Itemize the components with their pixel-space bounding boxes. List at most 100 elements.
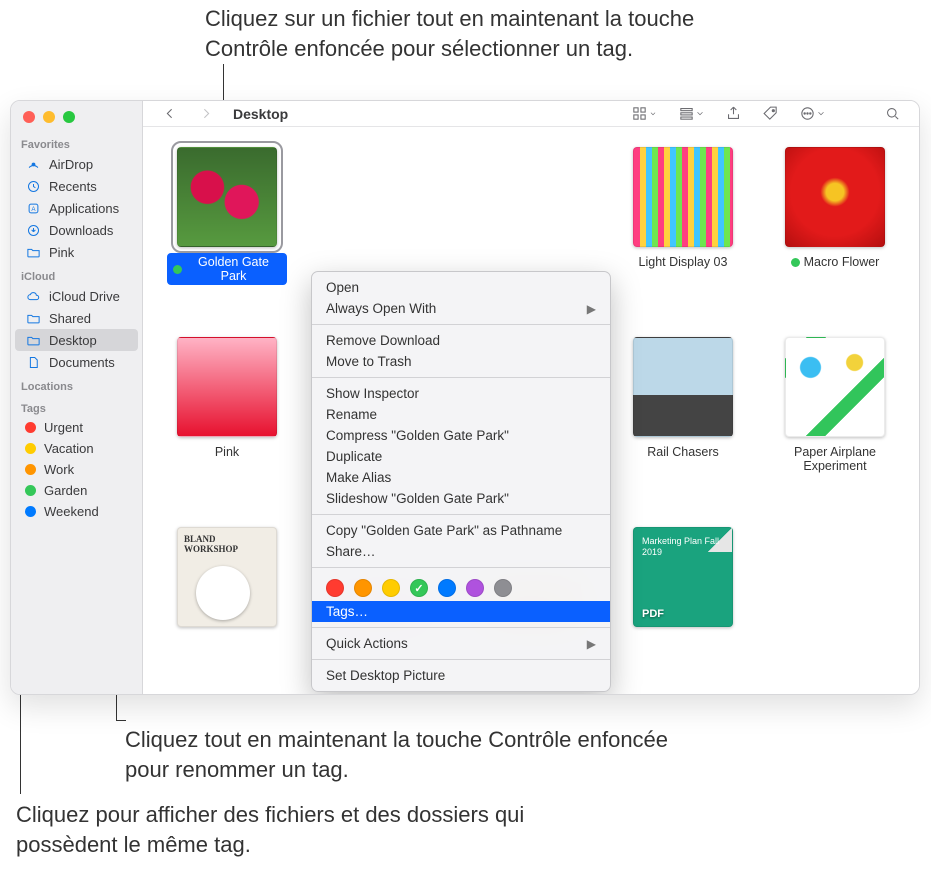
sidebar-section-tags: Tags Urgent Vacation Work Garden Weekend	[11, 399, 142, 522]
svg-text:A: A	[31, 206, 36, 213]
sidebar-item-label: Urgent	[44, 420, 83, 435]
sidebar-item-downloads[interactable]: Downloads	[15, 219, 138, 241]
forward-button[interactable]	[192, 101, 221, 126]
sidebar-item-label: Garden	[44, 483, 87, 498]
sidebar-tag-garden[interactable]: Garden	[15, 480, 138, 501]
sidebar-header: Favorites	[11, 135, 142, 153]
annotation-mid: Cliquez tout en maintenant la touche Con…	[125, 725, 685, 784]
ctx-show-inspector[interactable]: Show Inspector	[312, 383, 610, 404]
sidebar-item-label: AirDrop	[49, 157, 93, 172]
sidebar-item-label: Weekend	[44, 504, 99, 519]
ctx-tag-red[interactable]	[326, 579, 344, 597]
sidebar-item-airdrop[interactable]: AirDrop	[15, 153, 138, 175]
share-button[interactable]	[719, 101, 748, 126]
minimize-icon[interactable]	[43, 111, 55, 123]
separator	[312, 627, 610, 628]
ctx-rename[interactable]: Rename	[312, 404, 610, 425]
sidebar-item-recents[interactable]: Recents	[15, 175, 138, 197]
sidebar-tag-work[interactable]: Work	[15, 459, 138, 480]
annotation-top: Cliquez sur un fichier tout en maintenan…	[205, 4, 765, 63]
download-icon	[25, 222, 41, 238]
folder-icon	[25, 244, 41, 260]
pdf-badge: PDF	[642, 608, 664, 620]
file-item[interactable]: Marketing Plan Fall 2019 PDF	[623, 527, 743, 695]
separator	[312, 324, 610, 325]
file-item[interactable]: Rail Chasers	[623, 337, 743, 507]
file-item[interactable]: Paper Airplane Experiment	[775, 337, 895, 507]
tag-dot-icon	[25, 443, 36, 454]
ctx-quick-actions[interactable]: Quick Actions▶	[312, 633, 610, 654]
sidebar-item-shared[interactable]: Shared	[15, 307, 138, 329]
folder-icon	[25, 332, 41, 348]
file-item[interactable]: Golden Gate Park	[167, 147, 287, 317]
file-item[interactable]: Pink	[167, 337, 287, 507]
finder-window: Favorites AirDrop Recents A Applications…	[10, 100, 920, 695]
group-button[interactable]	[672, 101, 711, 126]
ctx-tag-colors	[312, 573, 610, 601]
ctx-make-alias[interactable]: Make Alias	[312, 467, 610, 488]
cloud-icon	[25, 288, 41, 304]
ctx-share[interactable]: Share…	[312, 541, 610, 562]
ctx-tag-gray[interactable]	[494, 579, 512, 597]
ctx-tag-blue[interactable]	[438, 579, 456, 597]
ctx-tags[interactable]: Tags…	[312, 601, 610, 622]
search-button[interactable]	[878, 101, 907, 126]
tag-dot-icon	[25, 422, 36, 433]
tag-dot-icon	[173, 265, 182, 274]
back-button[interactable]	[155, 101, 184, 126]
file-thumbnail	[177, 337, 277, 437]
ctx-tag-green[interactable]	[410, 579, 428, 597]
file-label: Paper Airplane Experiment	[775, 443, 895, 475]
window-title: Desktop	[233, 106, 288, 122]
ctx-tag-yellow[interactable]	[382, 579, 400, 597]
folder-icon	[25, 310, 41, 326]
sidebar-item-applications[interactable]: A Applications	[15, 197, 138, 219]
file-label-text: Macro Flower	[804, 255, 880, 269]
sidebar-tag-weekend[interactable]: Weekend	[15, 501, 138, 522]
separator	[312, 659, 610, 660]
separator	[312, 514, 610, 515]
file-label: Rail Chasers	[641, 443, 725, 461]
sidebar-tag-vacation[interactable]: Vacation	[15, 438, 138, 459]
ctx-duplicate[interactable]: Duplicate	[312, 446, 610, 467]
file-thumbnail	[785, 147, 885, 247]
ctx-compress[interactable]: Compress "Golden Gate Park"	[312, 425, 610, 446]
tag-dot-icon	[25, 464, 36, 475]
ctx-open[interactable]: Open	[312, 277, 610, 298]
sidebar-tag-urgent[interactable]: Urgent	[15, 417, 138, 438]
file-item[interactable]: Light Display 03	[623, 147, 743, 317]
more-button[interactable]	[793, 101, 832, 126]
file-label: Macro Flower	[785, 253, 886, 271]
sidebar-item-pink[interactable]: Pink	[15, 241, 138, 263]
ctx-move-to-trash[interactable]: Move to Trash	[312, 351, 610, 372]
file-item[interactable]: BLANDWORKSHOP	[167, 527, 287, 695]
sidebar-item-desktop[interactable]: Desktop	[15, 329, 138, 351]
view-icons-button[interactable]	[625, 101, 664, 126]
ctx-slideshow[interactable]: Slideshow "Golden Gate Park"	[312, 488, 610, 509]
callout-line	[20, 686, 21, 794]
sidebar-item-icloud-drive[interactable]: iCloud Drive	[15, 285, 138, 307]
ctx-remove-download[interactable]: Remove Download	[312, 330, 610, 351]
sidebar-item-label: Desktop	[49, 333, 97, 348]
file-thumbnail	[633, 147, 733, 247]
tags-button[interactable]	[756, 101, 785, 126]
file-item[interactable]: Macro Flower	[775, 147, 895, 317]
ctx-tag-orange[interactable]	[354, 579, 372, 597]
ctx-copy-pathname[interactable]: Copy "Golden Gate Park" as Pathname	[312, 520, 610, 541]
context-menu: Open Always Open With▶ Remove Download M…	[311, 271, 611, 692]
sidebar-item-documents[interactable]: Documents	[15, 351, 138, 373]
ctx-always-open-with[interactable]: Always Open With▶	[312, 298, 610, 319]
airdrop-icon	[25, 156, 41, 172]
file-label: Light Display 03	[633, 253, 734, 271]
clock-icon	[25, 178, 41, 194]
pdf-title: Marketing Plan Fall 2019	[642, 536, 732, 558]
toolbar: Desktop	[143, 101, 919, 127]
sidebar-header: iCloud	[11, 267, 142, 285]
close-icon[interactable]	[23, 111, 35, 123]
file-label: Pink	[209, 443, 245, 461]
ctx-tag-purple[interactable]	[466, 579, 484, 597]
zoom-icon[interactable]	[63, 111, 75, 123]
ctx-set-desktop-picture[interactable]: Set Desktop Picture	[312, 665, 610, 686]
sidebar-item-label: Documents	[49, 355, 115, 370]
sidebar-item-label: Downloads	[49, 223, 113, 238]
